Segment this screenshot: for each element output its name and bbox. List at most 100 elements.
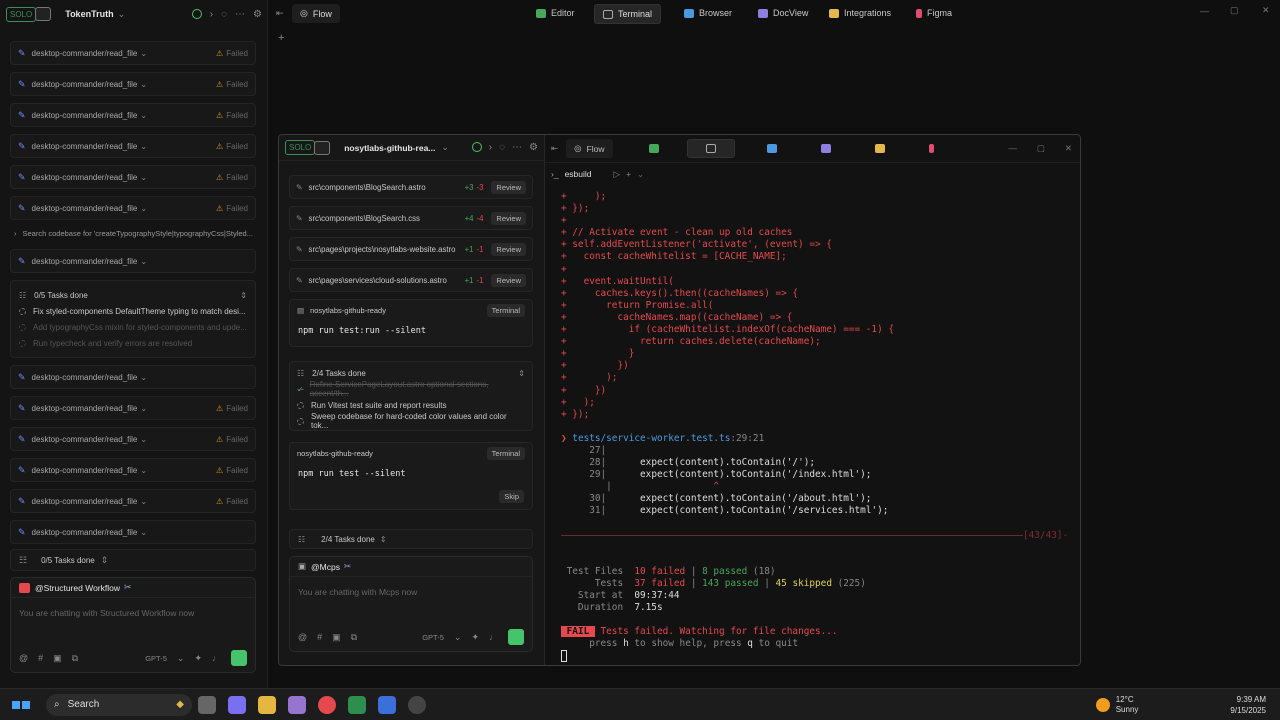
chevron-down-icon[interactable]: ⌄: [140, 257, 147, 266]
agent-name[interactable]: @Structured Workflow: [35, 583, 120, 593]
tool-call-card[interactable]: ✎ desktop-commander/read_file ⌄ ⚠ Failed: [10, 72, 256, 96]
add-icon[interactable]: +: [626, 169, 631, 179]
tool-call-card[interactable]: ✎ desktop-commander/read_file ⌄ ⚠ Failed: [10, 396, 256, 420]
tool-call-card[interactable]: ✎ desktop-commander/read_file ⌄ ⚠ Failed: [10, 458, 256, 482]
mic-icon[interactable]: ♩: [212, 653, 221, 663]
chevron-down-icon[interactable]: ⌄: [140, 111, 147, 120]
copilot-icon[interactable]: [228, 695, 246, 714]
chat-box[interactable]: ▣ @Mcps ✂ You are chatting with Mcps now…: [289, 556, 533, 652]
chevron-down-icon[interactable]: ⌄: [140, 204, 147, 213]
tool-call-card[interactable]: ✎ desktop-commander/read_file ⌄ ⚠ Failed: [10, 134, 256, 158]
project-name[interactable]: nosytlabs-github-rea...: [344, 143, 435, 153]
tab-docview[interactable]: [813, 140, 839, 157]
tab-figma[interactable]: [921, 140, 942, 157]
minimize-icon[interactable]: —: [1200, 6, 1209, 16]
changed-file-row[interactable]: ✎ src\components\BlogSearch.css +4 -4 Review: [289, 206, 533, 230]
tool-call-card[interactable]: ✎ desktop-commander/read_file ⌄ ⚠ Failed: [10, 427, 256, 451]
terminal-output[interactable]: + ); + }); + + // Activate event - clean up…: [561, 191, 1068, 663]
collapse-icon[interactable]: ⇤: [276, 8, 284, 19]
open-terminal-button[interactable]: Terminal: [486, 446, 525, 460]
collapse-icon[interactable]: ⇤: [551, 143, 558, 154]
taskbar-search[interactable]: ⌕ Search ◆: [46, 693, 192, 716]
tool-call-card[interactable]: ✎ desktop-commander/read_file ⌄ ⚠ Failed: [10, 196, 256, 220]
more-icon[interactable]: ⋯: [235, 9, 245, 20]
review-button[interactable]: Review: [491, 242, 526, 256]
close-icon[interactable]: ✕: [1065, 143, 1072, 154]
tool-call-card[interactable]: ✎ desktop-commander/read_file ⌄: [10, 365, 256, 389]
chevron-right-icon[interactable]: ›: [210, 9, 213, 20]
vscode-icon[interactable]: [378, 695, 396, 714]
expand-icon[interactable]: ⇕: [240, 291, 247, 300]
minimize-icon[interactable]: —: [1008, 143, 1017, 154]
attach-icon[interactable]: ⧉: [351, 632, 357, 643]
chat-icon[interactable]: ◌: [221, 9, 227, 20]
agent-name[interactable]: @Mcps: [311, 562, 340, 572]
tool-call-card[interactable]: ✎ desktop-commander/read_file ⌄ ⚠ Failed: [10, 165, 256, 189]
chat-input[interactable]: You are chatting with Structured Workflo…: [11, 598, 255, 628]
tool-call-card[interactable]: ✎ desktop-commander/read_file ⌄ ⚠ Failed: [10, 489, 256, 513]
project-name[interactable]: TokenTruth: [65, 9, 113, 19]
review-button[interactable]: Review: [491, 211, 526, 225]
chevron-down-icon[interactable]: ⌄: [140, 528, 147, 537]
image-icon[interactable]: ▣: [332, 632, 341, 643]
chevron-down-icon[interactable]: ⌄: [140, 497, 147, 506]
chevron-down-icon[interactable]: ⌄: [441, 142, 449, 153]
teams-icon[interactable]: [288, 695, 306, 714]
hash-icon[interactable]: #: [38, 653, 43, 663]
changed-file-row[interactable]: ✎ src\pages\services\cloud-solutions.astr…: [289, 268, 533, 292]
chevron-down-icon[interactable]: ⌄: [140, 49, 147, 58]
at-icon[interactable]: @: [298, 632, 307, 642]
sparkle-icon[interactable]: ✦: [194, 653, 202, 664]
github-icon[interactable]: [408, 695, 426, 714]
chat-input[interactable]: You are chatting with Mcps now: [290, 577, 532, 607]
review-button[interactable]: Review: [491, 180, 526, 194]
tab-integrations[interactable]: [867, 140, 893, 157]
hash-icon[interactable]: #: [317, 632, 322, 642]
tab-editor[interactable]: [641, 140, 667, 157]
changed-file-row[interactable]: ✎ src\components\BlogSearch.astro +3 -3 Revi…: [289, 175, 533, 199]
chevron-down-icon[interactable]: ⌄: [140, 404, 147, 413]
chevron-down-icon[interactable]: ⌄: [454, 632, 462, 643]
file-explorer-icon[interactable]: [258, 695, 276, 714]
chevron-down-icon[interactable]: ⌄: [140, 435, 147, 444]
tab-browser[interactable]: Browser: [676, 4, 740, 22]
settings-icon[interactable]: ⚙: [529, 142, 538, 153]
changed-file-row[interactable]: ✎ src\pages\projects\nosytlabs-website.as…: [289, 237, 533, 261]
sparkle-icon[interactable]: ✦: [471, 632, 479, 643]
review-button[interactable]: Review: [491, 273, 526, 287]
run-status-icon[interactable]: [191, 8, 202, 19]
tool-call-card[interactable]: ✎ desktop-commander/read_file ⌄: [10, 520, 256, 544]
chevron-right-icon[interactable]: ›: [489, 142, 492, 153]
weather-widget[interactable]: 12°C Sunny: [1095, 695, 1138, 715]
tool-call-card[interactable]: ✎ desktop-commander/read_file ⌄ ⚠ Failed: [10, 41, 256, 65]
chevron-down-icon[interactable]: ⌄: [140, 80, 147, 89]
chevron-down-icon[interactable]: ⌄: [140, 466, 147, 475]
chat-icon[interactable]: ◌: [499, 142, 505, 153]
tab-integrations[interactable]: Integrations: [821, 4, 899, 22]
at-icon[interactable]: @: [19, 653, 28, 663]
search-codebase-step[interactable]: › Search codebase for 'createTypographySt…: [14, 224, 256, 242]
task-view-icon[interactable]: [198, 695, 216, 714]
expand-icon[interactable]: ⇕: [380, 535, 387, 544]
tab-flow[interactable]: ◎ Flow: [566, 139, 613, 158]
terminal-toggle-icon[interactable]: [35, 7, 52, 21]
tab-terminal[interactable]: Terminal: [594, 4, 662, 24]
tool-call-card[interactable]: ✎ desktop-commander/read_file ⌄: [10, 249, 256, 273]
session-tab[interactable]: esbuild: [565, 169, 592, 179]
attach-icon[interactable]: ⧉: [72, 653, 78, 664]
chevron-down-icon[interactable]: ⌄: [637, 169, 644, 180]
tasks-footer[interactable]: ☷ 2/4 Tasks done ⇕: [289, 529, 533, 549]
expand-icon[interactable]: ⇕: [518, 369, 525, 378]
trae-icon[interactable]: [348, 695, 366, 714]
tool-call-card[interactable]: ✎ desktop-commander/read_file ⌄ ⚠ Failed: [10, 103, 256, 127]
run-status-icon[interactable]: [471, 142, 482, 152]
close-icon[interactable]: ✕: [1262, 5, 1270, 16]
solo-badge[interactable]: SOLO: [6, 6, 37, 22]
chevron-down-icon[interactable]: ⌄: [177, 653, 185, 664]
model-select[interactable]: GPT-5: [145, 654, 167, 663]
expand-icon[interactable]: ⇕: [101, 555, 109, 566]
chevron-down-icon[interactable]: ⌄: [140, 373, 147, 382]
maximize-icon[interactable]: ▢: [1230, 5, 1239, 16]
mic-icon[interactable]: ♩: [489, 632, 498, 642]
clock[interactable]: 9:39 AM 9/15/2025: [1230, 694, 1266, 716]
